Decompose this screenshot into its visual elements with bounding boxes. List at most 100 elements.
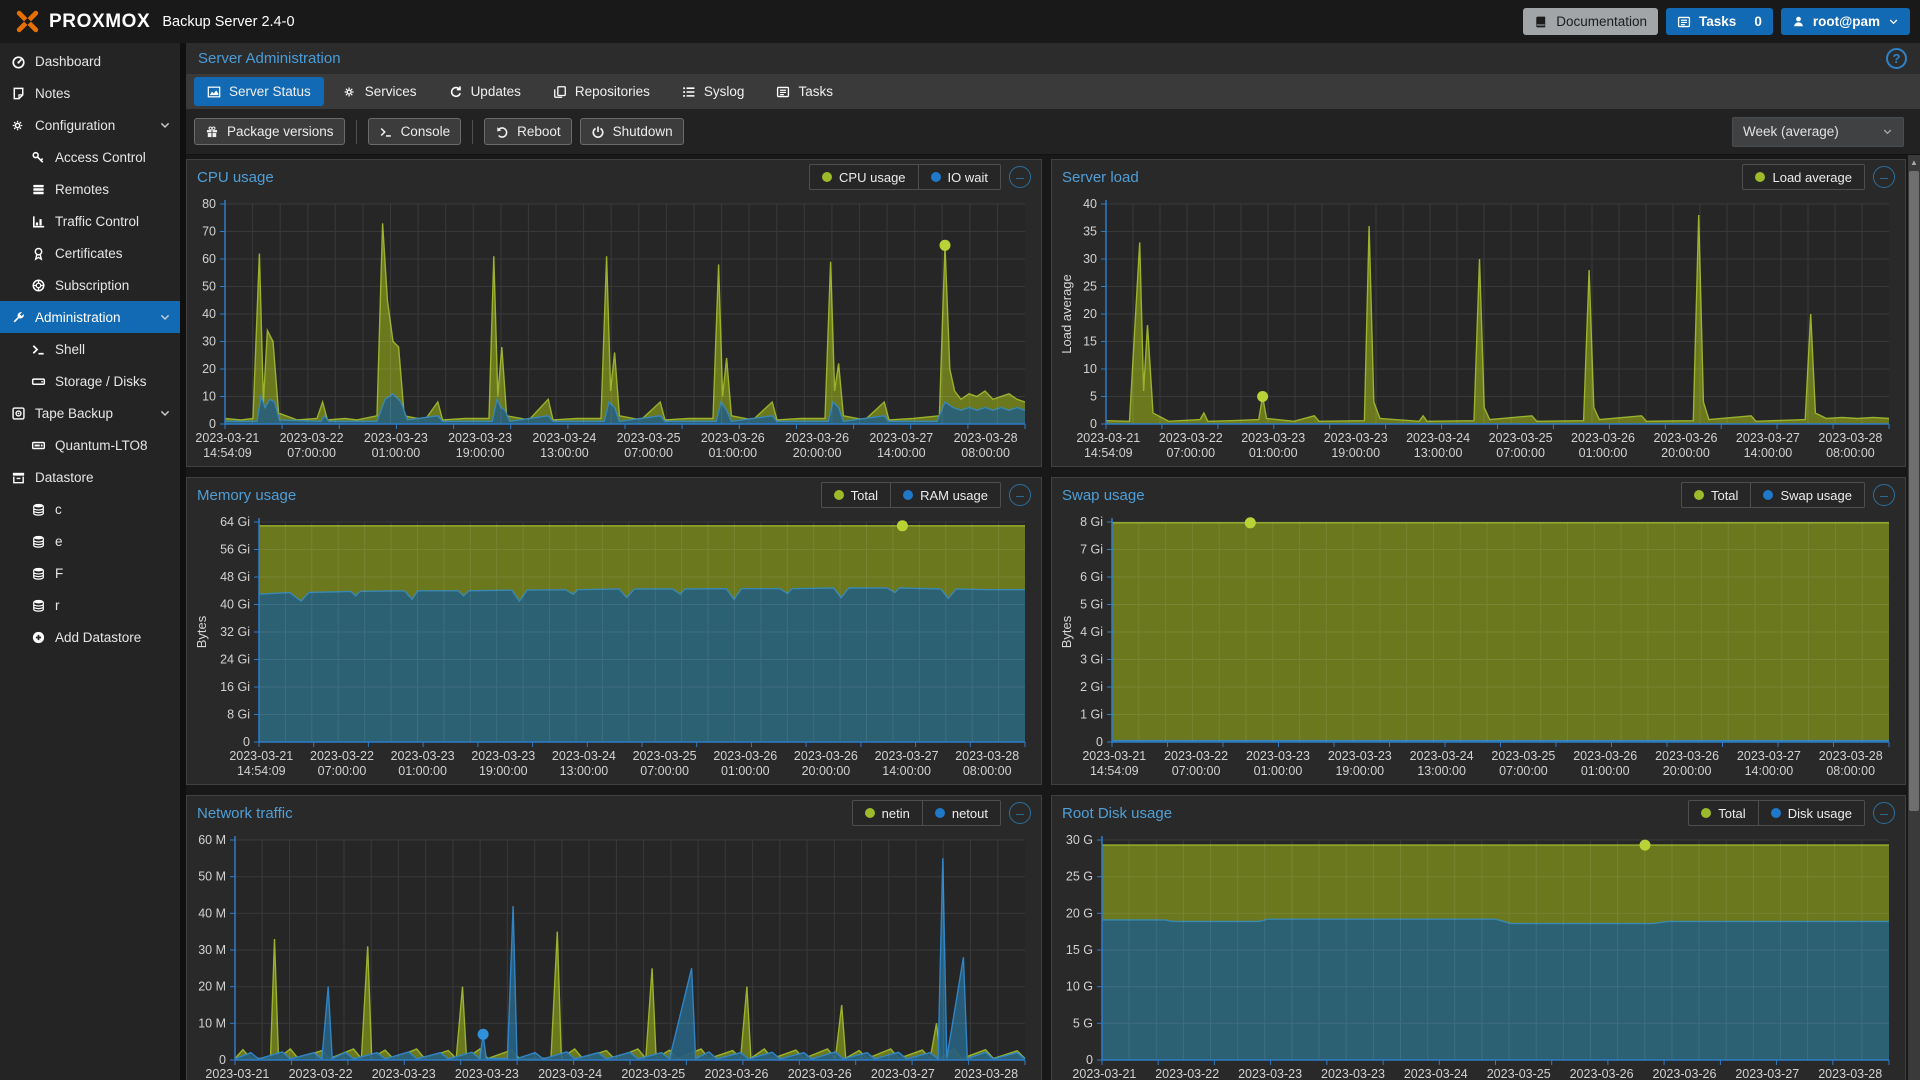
svg-text:10: 10	[202, 390, 216, 404]
chart-reset-button[interactable]: –	[1009, 484, 1031, 506]
chart-canvas-network[interactable]: 010 M20 M30 M40 M50 M60 M2023-03-2114:54…	[187, 830, 1039, 1080]
svg-text:2023-03-26: 2023-03-26	[794, 749, 858, 763]
package-versions-button[interactable]: Package versions	[194, 118, 345, 145]
button-label: Package versions	[227, 124, 334, 139]
legend-item-io-wait[interactable]: IO wait	[918, 165, 1000, 189]
tab-updates[interactable]: Updates	[436, 77, 534, 106]
svg-text:10: 10	[1083, 362, 1097, 376]
tab-tasks[interactable]: Tasks	[763, 77, 846, 106]
series-marker	[940, 240, 951, 251]
sidebar-item-notes[interactable]: Notes	[0, 77, 180, 109]
svg-text:14:00:00: 14:00:00	[877, 446, 926, 460]
series-marker	[478, 1029, 489, 1040]
chart-canvas-memory[interactable]: 08 Gi16 Gi24 Gi32 Gi40 Gi48 Gi56 Gi64 Gi…	[187, 512, 1039, 784]
tab-syslog[interactable]: Syslog	[669, 77, 758, 106]
tasks-button[interactable]: Tasks 0	[1666, 8, 1773, 35]
sidebar-item-remotes[interactable]: Remotes	[0, 173, 180, 205]
pluscircle-icon	[31, 630, 46, 645]
legend-dot	[822, 172, 832, 182]
sidebar-item-configuration[interactable]: Configuration	[0, 109, 180, 141]
sidebar-item-administration[interactable]: Administration	[0, 301, 180, 333]
tab-server-status[interactable]: Server Status	[194, 77, 324, 106]
scrollbar-thumb[interactable]	[1909, 171, 1919, 811]
svg-text:60: 60	[202, 252, 216, 266]
help-button[interactable]: ?	[1886, 48, 1907, 69]
console-button[interactable]: Console	[368, 118, 462, 145]
shutdown-button[interactable]: Shutdown	[580, 118, 684, 145]
legend-item-load-average[interactable]: Load average	[1743, 165, 1864, 189]
chart-canvas-cpu[interactable]: 010203040506070802023-03-2114:54:092023-…	[187, 194, 1039, 466]
reboot-button[interactable]: Reboot	[484, 118, 572, 145]
svg-text:20:00:00: 20:00:00	[802, 764, 851, 778]
svg-text:5 G: 5 G	[1073, 1016, 1093, 1030]
tab-services[interactable]: Services	[330, 77, 430, 106]
chart-canvas-swap[interactable]: 01 Gi2 Gi3 Gi4 Gi5 Gi6 Gi7 Gi8 Gi2023-03…	[1052, 512, 1903, 784]
svg-text:13:00:00: 13:00:00	[1417, 764, 1466, 778]
button-label: Console	[401, 124, 451, 139]
legend-item-disk-usage[interactable]: Disk usage	[1758, 801, 1864, 825]
sidebar-item-c[interactable]: c	[0, 493, 180, 525]
svg-text:07:00:00: 07:00:00	[624, 446, 673, 460]
legend-item-netout[interactable]: netout	[922, 801, 1000, 825]
chevron-down-icon[interactable]	[159, 119, 171, 131]
legend-item-total[interactable]: Total	[1689, 801, 1757, 825]
chart-title: CPU usage	[197, 169, 274, 186]
svg-text:2023-03-27: 2023-03-27	[1736, 431, 1800, 445]
sidebar-item-certificates[interactable]: Certificates	[0, 237, 180, 269]
scrollbar[interactable]: ▲	[1908, 155, 1920, 1080]
svg-text:13:00:00: 13:00:00	[540, 446, 589, 460]
chart-body: 010203040506070802023-03-2114:54:092023-…	[187, 194, 1041, 466]
sidebar-item-traffic-control[interactable]: Traffic Control	[0, 205, 180, 237]
svg-text:30 G: 30 G	[1066, 833, 1093, 847]
sidebar-item-r[interactable]: r	[0, 589, 180, 621]
legend-item-total[interactable]: Total	[822, 483, 890, 507]
svg-text:07:00:00: 07:00:00	[1172, 764, 1221, 778]
sidebar-item-tape-backup[interactable]: Tape Backup	[0, 397, 180, 429]
sidebar-item-access-control[interactable]: Access Control	[0, 141, 180, 173]
chevron-down-icon[interactable]	[159, 311, 171, 323]
main-area: Server Administration ? Server StatusSer…	[186, 43, 1920, 1080]
traffic-icon	[31, 214, 46, 229]
user-menu-button[interactable]: root@pam	[1781, 8, 1910, 35]
svg-text:2023-03-25: 2023-03-25	[617, 431, 681, 445]
legend-item-cpu-usage[interactable]: CPU usage	[810, 165, 917, 189]
svg-text:2023-03-23: 2023-03-23	[1324, 431, 1388, 445]
time-range-selector[interactable]: Week (average)	[1732, 117, 1904, 147]
sidebar-item-f[interactable]: F	[0, 557, 180, 589]
legend-item-netin[interactable]: netin	[853, 801, 922, 825]
chart-reset-button[interactable]: –	[1009, 166, 1031, 188]
sidebar-item-dashboard[interactable]: Dashboard	[0, 45, 180, 77]
sidebar-item-datastore[interactable]: Datastore	[0, 461, 180, 493]
chart-canvas-load[interactable]: 05101520253035402023-03-2114:54:092023-0…	[1052, 194, 1903, 466]
chart-reset-button[interactable]: –	[1873, 166, 1895, 188]
chart-canvas-rootdisk[interactable]: 05 G10 G15 G20 G25 G30 G2023-03-2114:54:…	[1052, 830, 1903, 1080]
sidebar-item-shell[interactable]: Shell	[0, 333, 180, 365]
svg-text:32 Gi: 32 Gi	[220, 625, 250, 639]
sidebar-item-subscription[interactable]: Subscription	[0, 269, 180, 301]
brand-name: PROXMOX	[49, 11, 150, 33]
svg-text:2023-03-22: 2023-03-22	[1159, 431, 1223, 445]
svg-text:20: 20	[202, 362, 216, 376]
chart-reset-button[interactable]: –	[1009, 802, 1031, 824]
sidebar-item-add-datastore[interactable]: Add Datastore	[0, 621, 180, 653]
chart-reset-button[interactable]: –	[1873, 802, 1895, 824]
legend-item-ram-usage[interactable]: RAM usage	[890, 483, 1000, 507]
sidebar-item-e[interactable]: e	[0, 525, 180, 557]
tab-label: Tasks	[798, 84, 833, 99]
chart-panel-swap: Swap usageTotalSwap usage–01 Gi2 Gi3 Gi4…	[1051, 477, 1906, 785]
svg-text:Bytes: Bytes	[194, 615, 209, 648]
hdd-icon	[31, 374, 46, 389]
legend-item-swap-usage[interactable]: Swap usage	[1750, 483, 1864, 507]
tab-label: Repositories	[575, 84, 650, 99]
legend-item-total[interactable]: Total	[1682, 483, 1750, 507]
svg-text:2023-03-26: 2023-03-26	[1654, 431, 1718, 445]
sidebar-item-storage-disks[interactable]: Storage / Disks	[0, 365, 180, 397]
user-icon	[1792, 15, 1805, 28]
documentation-button[interactable]: Documentation	[1523, 8, 1658, 35]
sidebar-item-quantum-lto8[interactable]: Quantum-LTO8	[0, 429, 180, 461]
chevron-down-icon[interactable]	[159, 407, 171, 419]
scrollbar-up-arrow[interactable]: ▲	[1908, 155, 1920, 169]
database-icon	[31, 534, 46, 549]
tab-repositories[interactable]: Repositories	[540, 77, 663, 106]
chart-reset-button[interactable]: –	[1873, 484, 1895, 506]
